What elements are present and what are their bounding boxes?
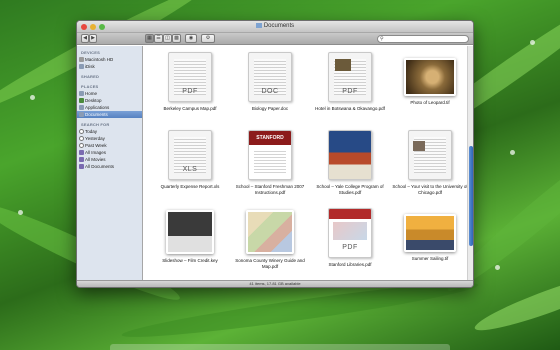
search-icon: ⚲	[380, 36, 384, 42]
water-drop	[18, 210, 23, 215]
smart-folder-icon	[79, 150, 84, 155]
map-document-icon	[246, 210, 294, 254]
file-item[interactable]: Sonoma County Winery Guide and Map.pdf	[231, 208, 309, 270]
file-item[interactable]: XLS Quarterly Expense Report.xls	[151, 130, 229, 190]
sidebar-item-applications[interactable]: Applications	[77, 104, 142, 111]
dock[interactable]	[110, 344, 450, 350]
back-button[interactable]: ◀	[81, 34, 89, 43]
file-item[interactable]: PDF Hotel in Botswana & Okavango.pdf	[311, 52, 389, 112]
folder-icon	[255, 23, 262, 28]
hard-drive-icon	[79, 57, 84, 62]
home-icon	[79, 91, 84, 96]
file-item[interactable]: DOC Biology Paper.doc	[231, 52, 309, 112]
spreadsheet-icon: XLS	[168, 130, 212, 180]
smart-folder-icon	[79, 157, 84, 162]
file-item[interactable]: STANFORD School – Stanford Freshman 2007…	[231, 130, 309, 196]
pdf-document-icon: PDF	[328, 208, 372, 258]
file-item[interactable]: PDF Stanford Libraries.pdf	[311, 208, 389, 268]
forward-button[interactable]: ▶	[89, 34, 97, 43]
keynote-file-icon	[166, 210, 214, 254]
sidebar: DEVICES Macintosh HD iDisk SHARED PLACES…	[77, 46, 143, 280]
vertical-scrollbar[interactable]	[467, 46, 473, 280]
smart-folder-icon	[79, 164, 84, 169]
search-field[interactable]: ⚲	[377, 35, 469, 43]
file-grid: PDF Berkeley Campus Map.pdf DOC Biology …	[143, 46, 469, 280]
icon-view-button[interactable]: ▦	[145, 34, 154, 43]
window-title: Documents	[77, 23, 473, 29]
sidebar-item-idisk[interactable]: iDisk	[77, 63, 142, 70]
clock-icon	[79, 143, 84, 148]
quick-look-button[interactable]: ◉	[185, 34, 197, 43]
pdf-document-icon: PDF	[168, 52, 212, 102]
action-menu-button[interactable]: ⚙	[201, 34, 215, 43]
image-file-icon	[404, 214, 456, 252]
sidebar-item-yesterday[interactable]: Yesterday	[77, 135, 142, 142]
sidebar-item-home[interactable]: Home	[77, 90, 142, 97]
sidebar-item-past-week[interactable]: Past Week	[77, 142, 142, 149]
sidebar-item-documents[interactable]: Documents	[77, 111, 142, 118]
file-item[interactable]: Photo of Leopard.tif	[391, 52, 469, 106]
sidebar-section-shared: SHARED	[81, 74, 100, 79]
sidebar-item-all-documents[interactable]: All Documents	[77, 163, 142, 170]
finder-window: Documents ◀ ▶ ▦ ☰ ◫ ▩ ◉ ⚙ ⚲ DEVICES Maci…	[76, 20, 474, 288]
scrollbar-thumb[interactable]	[469, 146, 473, 246]
column-view-button[interactable]: ◫	[163, 34, 172, 43]
sidebar-item-all-movies[interactable]: All Movies	[77, 156, 142, 163]
photo-thumbnail	[335, 59, 351, 71]
status-bar: 41 items, 17.81 GB available	[77, 280, 473, 287]
list-view-button[interactable]: ☰	[154, 34, 163, 43]
sidebar-section-devices: DEVICES	[81, 50, 100, 55]
sidebar-section-places: PLACES	[81, 84, 99, 89]
grass-blade	[471, 263, 560, 339]
sidebar-item-desktop[interactable]: Desktop	[77, 97, 142, 104]
documents-icon	[79, 112, 84, 117]
pdf-document-icon	[408, 130, 452, 180]
file-item[interactable]: School – Your visit to the University of…	[391, 130, 469, 196]
sidebar-item-macintosh-hd[interactable]: Macintosh HD	[77, 56, 142, 63]
pdf-document-icon: PDF	[328, 52, 372, 102]
file-item[interactable]: PDF Berkeley Campus Map.pdf	[151, 52, 229, 112]
sidebar-item-all-images[interactable]: All Images	[77, 149, 142, 156]
file-item[interactable]: Summer Sailing.tif	[391, 208, 469, 262]
idisk-icon	[79, 64, 84, 69]
water-drop	[530, 40, 535, 45]
pdf-document-icon: STANFORD	[248, 130, 292, 180]
water-drop	[510, 150, 515, 155]
word-document-icon: DOC	[248, 52, 292, 102]
toolbar: ◀ ▶ ▦ ☰ ◫ ▩ ◉ ⚙ ⚲	[77, 33, 473, 45]
file-item[interactable]: Slideshow – Film Credit.key	[151, 208, 229, 264]
clock-icon	[79, 129, 84, 134]
title-bar[interactable]: Documents	[77, 21, 473, 33]
sidebar-section-search-for: SEARCH FOR	[81, 122, 110, 127]
applications-icon	[79, 105, 84, 110]
cover-flow-button[interactable]: ▩	[172, 34, 181, 43]
water-drop	[30, 95, 35, 100]
clock-icon	[79, 136, 84, 141]
water-drop	[495, 265, 500, 270]
file-item[interactable]: School – Yale College Program of Studies…	[311, 130, 389, 196]
desktop-icon	[79, 98, 84, 103]
image-file-icon	[404, 58, 456, 96]
pdf-document-icon	[328, 130, 372, 180]
sidebar-item-today[interactable]: Today	[77, 128, 142, 135]
